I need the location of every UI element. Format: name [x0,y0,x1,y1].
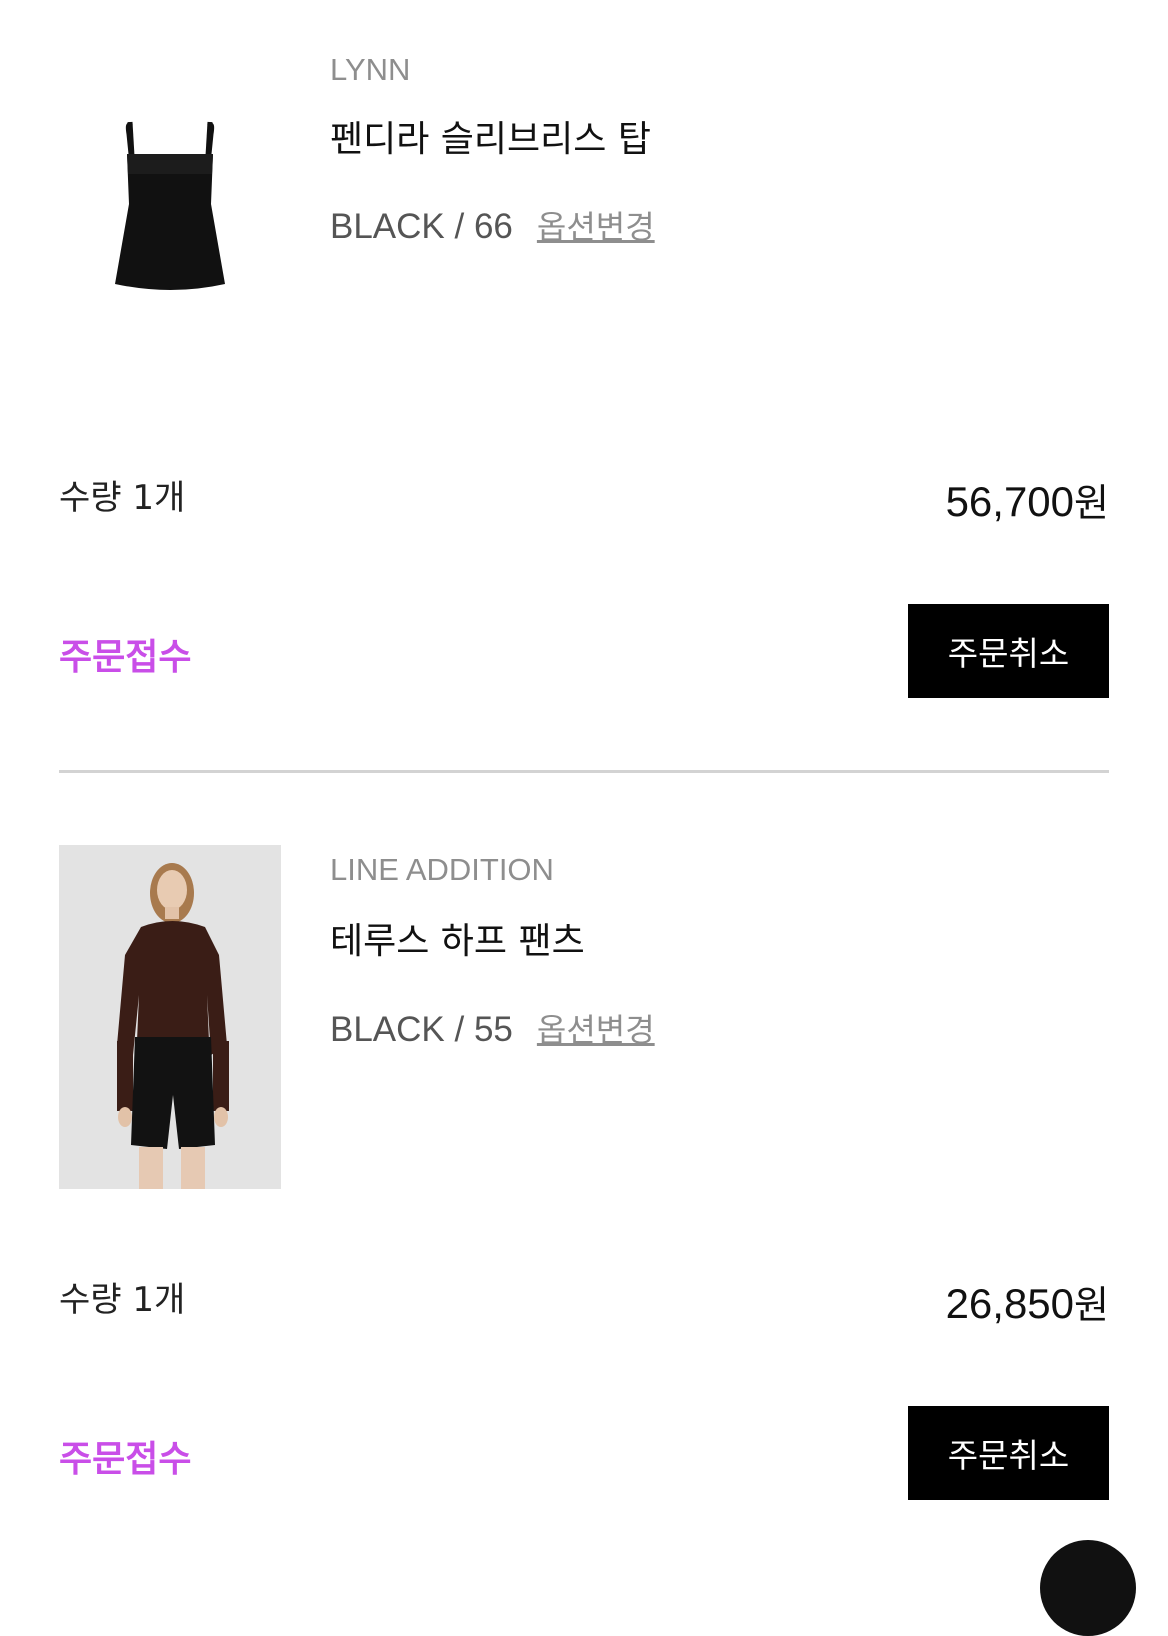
order-status: 주문접수 [59,1439,192,1480]
product-name[interactable]: 테루스 하프 팬츠 [330,912,585,964]
model-half-pants-image [59,845,281,1189]
floating-action-button[interactable] [1040,1540,1136,1636]
option-value: BLACK / 66 [330,207,513,246]
product-image[interactable] [59,845,281,1189]
brand-name: LYNN [330,52,411,87]
quantity-label: 수량 1개 [59,478,186,518]
order-status: 주문접수 [59,637,192,678]
price: 56,700원 [946,472,1109,527]
product-image[interactable] [59,74,281,418]
quantity-label: 수량 1개 [59,1280,186,1320]
divider [59,770,1109,773]
option-row: BLACK / 66 옵션변경 [330,202,655,248]
price-amount: 26,850 [945,1280,1075,1327]
option-change-link[interactable]: 옵션변경 [537,208,655,246]
product-name[interactable]: 펜디라 슬리브리스 탑 [330,110,651,162]
price: 26,850원 [946,1274,1109,1329]
currency-unit: 원 [1074,481,1109,525]
option-value: BLACK / 55 [330,1010,513,1049]
price-amount: 56,700 [945,478,1075,525]
cancel-order-button[interactable]: 주문취소 [908,604,1109,698]
option-row: BLACK / 55 옵션변경 [330,1005,655,1051]
currency-unit: 원 [1074,1283,1109,1327]
brand-name: LINE ADDITION [330,852,554,887]
sleeveless-top-image [115,121,225,290]
option-change-link[interactable]: 옵션변경 [537,1011,655,1049]
cancel-order-button[interactable]: 주문취소 [908,1406,1109,1500]
